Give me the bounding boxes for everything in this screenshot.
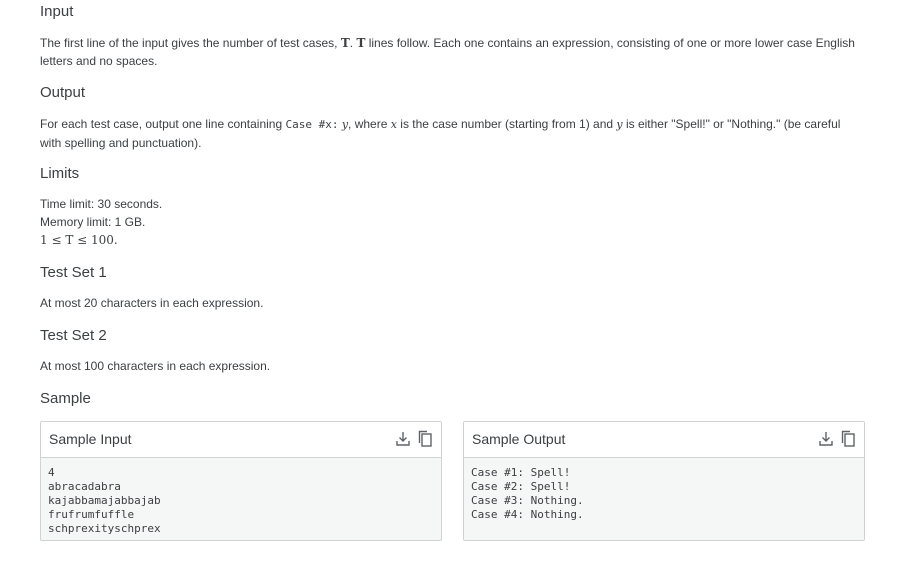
limits-heading: Limits	[40, 165, 80, 182]
sample-output-actions	[818, 430, 856, 448]
time-limit: Time limit: 30 seconds.	[40, 197, 163, 211]
sample-output-text: Case #1: Spell! Case #2: Spell! Case #3:…	[471, 466, 584, 521]
t-constraint: 1 ≤ T ≤ 100.	[40, 233, 118, 247]
test-set-1-heading: Test Set 1	[40, 264, 107, 281]
var-t: T	[340, 36, 350, 50]
output-text-a: For each test case, output one line cont…	[40, 117, 286, 131]
download-icon[interactable]	[818, 430, 834, 448]
output-heading: Output	[40, 84, 86, 101]
download-icon[interactable]	[395, 430, 411, 448]
output-text-b: , where	[348, 117, 391, 131]
sample-input-text: 4 abracadabra kajabbamajabbajab frufrumf…	[48, 466, 161, 535]
input-description: The first line of the input gives the nu…	[40, 34, 860, 70]
sample-output-panel: Sample Output Case #1: Spell! Case #2: S…	[463, 421, 865, 541]
test-set-2-text: At most 100 characters in each expressio…	[40, 359, 271, 373]
test-set-2-heading: Test Set 2	[40, 327, 107, 344]
test-set-1-text: At most 20 characters in each expression…	[40, 296, 264, 310]
output-code: Case #x:	[285, 118, 339, 131]
output-description: For each test case, output one line cont…	[40, 115, 860, 152]
memory-limit: Memory limit: 1 GB.	[40, 215, 146, 229]
sample-input-header: Sample Input	[41, 422, 441, 458]
input-text-a: The first line of the input gives the nu…	[40, 36, 341, 50]
copy-icon[interactable]	[840, 430, 856, 448]
sample-input-panel: Sample Input 4 abracadabra kajabbamajabb…	[40, 421, 442, 541]
sample-output-title: Sample Output	[472, 431, 566, 447]
sample-heading: Sample	[40, 390, 91, 407]
input-heading: Input	[40, 3, 74, 20]
sample-input-actions	[395, 430, 433, 448]
copy-icon[interactable]	[417, 430, 433, 448]
sample-output-header: Sample Output	[464, 422, 864, 458]
output-text-c: is the case number (starting from 1) and	[396, 117, 617, 131]
sample-input-title: Sample Input	[49, 431, 132, 447]
